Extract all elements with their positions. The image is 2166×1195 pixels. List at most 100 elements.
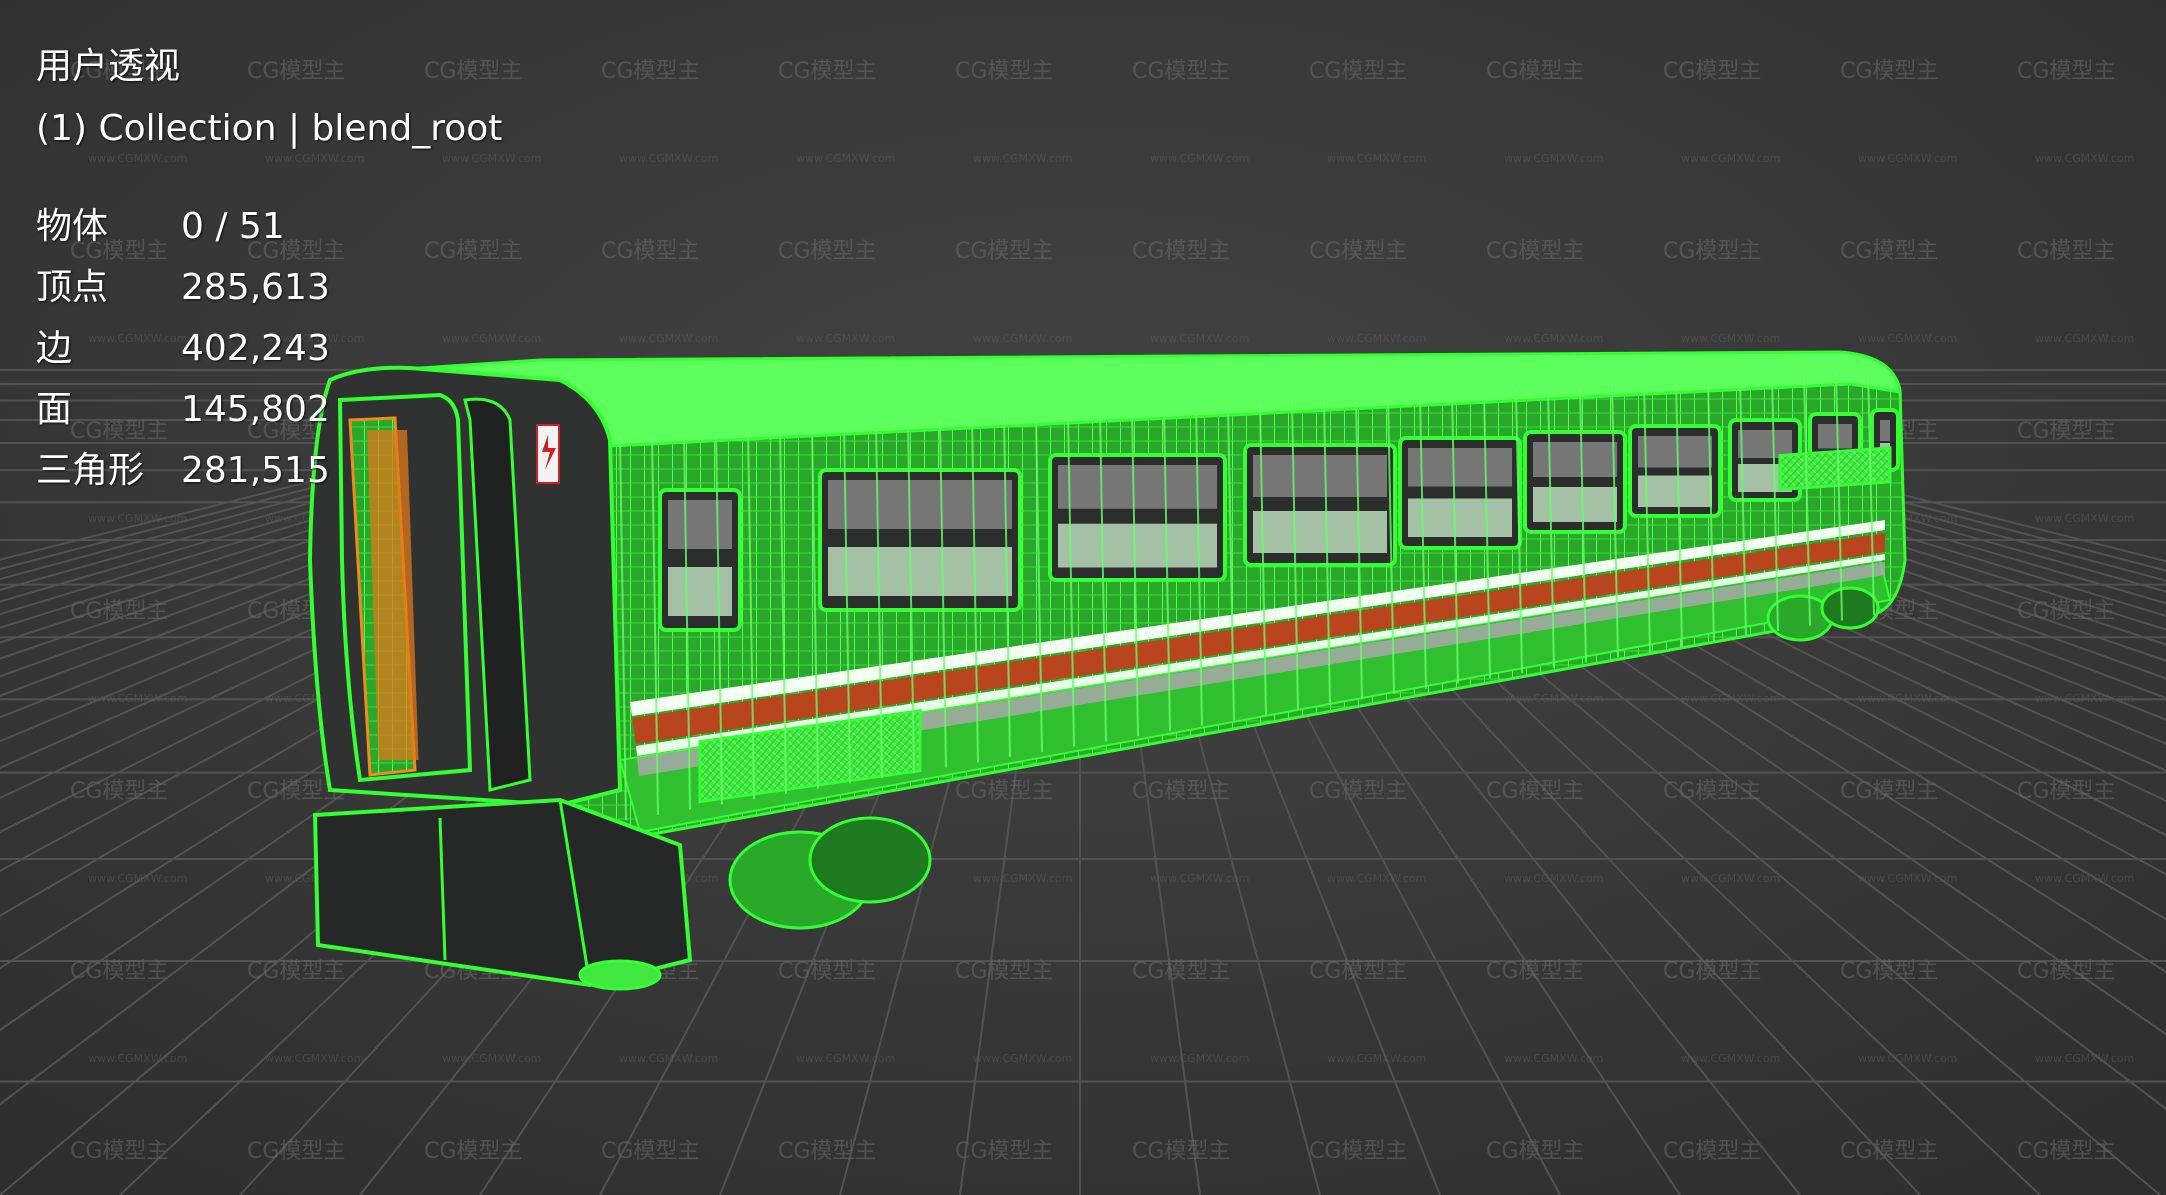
watermark-url: www.CGMXW.com <box>973 152 1072 165</box>
watermark-url: www.CGMXW.com <box>1858 692 1957 705</box>
watermark-logo: CG模型主 <box>778 959 876 984</box>
watermark-logo: CG模型主 <box>778 59 876 84</box>
watermark-logo: CG模型主 <box>1840 959 1938 984</box>
watermark-logo: CG模型主 <box>955 959 1053 984</box>
watermark-logo: CG模型主 <box>955 779 1053 804</box>
watermark-logo: CG模型主 <box>1663 239 1761 264</box>
window-seat-texture <box>668 500 732 549</box>
watermark-url: www.CGMXW.com <box>1504 872 1603 885</box>
watermark-url: www.CGMXW.com <box>1504 692 1603 705</box>
watermark-url: www.CGMXW.com <box>2035 1052 2134 1065</box>
watermark-logo: CG模型主 <box>1663 779 1761 804</box>
watermark-url: www.CGMXW.com <box>1504 1052 1603 1065</box>
watermark-url: www.CGMXW.com <box>265 1052 364 1065</box>
watermark-url: www.CGMXW.com <box>2035 872 2134 885</box>
watermark-logo: CG模型主 <box>1132 959 1230 984</box>
watermark-logo: CG模型主 <box>1840 239 1938 264</box>
watermark-url: www.CGMXW.com <box>619 332 718 345</box>
watermark-url: www.CGMXW.com <box>442 1052 541 1065</box>
stat-label: 物体 <box>36 206 109 247</box>
watermark-logo: CG模型主 <box>1663 59 1761 84</box>
watermark-logo: CG模型主 <box>2017 599 2115 624</box>
warning-sign <box>536 424 560 484</box>
watermark-url: www.CGMXW.com <box>1858 152 1957 165</box>
watermark-url: www.CGMXW.com <box>88 512 187 525</box>
watermark-url: www.CGMXW.com <box>1858 1052 1957 1065</box>
watermark-url: www.CGMXW.com <box>1150 872 1249 885</box>
watermark-logo: CG模型主 <box>1486 779 1584 804</box>
collection-label: (1) Collection | blend_root <box>36 108 503 149</box>
watermark-url: www.CGMXW.com <box>619 152 718 165</box>
watermark-url: www.CGMXW.com <box>1150 1052 1249 1065</box>
watermark-url: www.CGMXW.com <box>2035 512 2134 525</box>
watermark-logo: CG模型主 <box>1486 959 1584 984</box>
viewport-overlay: 用户透视 (1) Collection | blend_root 物体 0 / … <box>36 36 502 501</box>
stat-value: 0 / 51 <box>181 206 285 247</box>
watermark-logo: CG模型主 <box>1309 239 1407 264</box>
window-seat-texture <box>828 480 1012 529</box>
scene-statistics: 物体 0 / 51 顶点 285,613 边 402,243 面 145,802… <box>36 196 502 501</box>
watermark-logo: CG模型主 <box>247 1139 345 1164</box>
stat-triangles: 三角形 281,515 <box>36 440 502 501</box>
window-seat-texture <box>1818 424 1852 449</box>
watermark-url: www.CGMXW.com <box>2035 692 2134 705</box>
axle-box-front <box>578 959 662 991</box>
watermark-url: www.CGMXW.com <box>1150 152 1249 165</box>
watermark-logo: CG模型主 <box>601 239 699 264</box>
watermark-url: www.CGMXW.com <box>1858 332 1957 345</box>
watermark-logo: CG模型主 <box>955 1139 1053 1164</box>
watermark-url: www.CGMXW.com <box>2035 152 2134 165</box>
stat-faces: 面 145,802 <box>36 379 502 440</box>
watermark-logo: CG模型主 <box>1132 59 1230 84</box>
watermark-url: www.CGMXW.com <box>1681 692 1780 705</box>
watermark-url: www.CGMXW.com <box>619 1052 718 1065</box>
watermark-url: www.CGMXW.com <box>1327 152 1426 165</box>
watermark-logo: CG模型主 <box>1309 59 1407 84</box>
watermark-logo: CG模型主 <box>1132 779 1230 804</box>
watermark-url: www.CGMXW.com <box>88 1052 187 1065</box>
watermark-url: www.CGMXW.com <box>88 872 187 885</box>
watermark-logo: CG模型主 <box>2017 59 2115 84</box>
watermark-url: www.CGMXW.com <box>1681 1052 1780 1065</box>
watermark-logo: CG模型主 <box>1132 239 1230 264</box>
stat-vertices: 顶点 285,613 <box>36 257 502 318</box>
watermark-logo: CG模型主 <box>1840 59 1938 84</box>
stat-value: 285,613 <box>181 267 330 308</box>
stat-label: 面 <box>36 389 73 430</box>
window-seat-texture <box>1638 436 1712 468</box>
window-seat-texture <box>1880 420 1890 441</box>
watermark-url: www.CGMXW.com <box>796 152 895 165</box>
watermark-logo: CG模型主 <box>2017 419 2115 444</box>
watermark-logo: CG模型主 <box>70 599 168 624</box>
window-glass <box>1533 487 1617 522</box>
window-seat-texture <box>1253 455 1387 497</box>
watermark-logo: CG模型主 <box>601 1139 699 1164</box>
window-glass <box>1058 523 1217 568</box>
watermark-logo: CG模型主 <box>1309 779 1407 804</box>
watermark-logo: CG模型主 <box>601 59 699 84</box>
watermark-logo: CG模型主 <box>247 959 345 984</box>
watermark-url: www.CGMXW.com <box>1150 332 1249 345</box>
stat-value: 281,515 <box>181 450 330 491</box>
watermark-url: www.CGMXW.com <box>1681 152 1780 165</box>
watermark-logo: CG模型主 <box>2017 779 2115 804</box>
watermark-logo: CG模型主 <box>2017 239 2115 264</box>
window-seat-texture <box>1058 465 1217 509</box>
watermark-url: www.CGMXW.com <box>1504 152 1603 165</box>
watermark-logo: CG模型主 <box>70 1139 168 1164</box>
watermark-logo: CG模型主 <box>2017 1139 2115 1164</box>
stat-edges: 边 402,243 <box>36 318 502 379</box>
wheel-front-2 <box>808 816 932 904</box>
bogie-frame-rear <box>1778 446 1892 492</box>
watermark-logo: CG模型主 <box>2017 959 2115 984</box>
watermark-logo: CG模型主 <box>1663 959 1761 984</box>
watermark-url: www.CGMXW.com <box>2035 332 2134 345</box>
window-seat-texture <box>1408 448 1512 487</box>
watermark-logo: CG模型主 <box>778 239 876 264</box>
watermark-logo: CG模型主 <box>1309 959 1407 984</box>
watermark-logo: CG模型主 <box>955 59 1053 84</box>
watermark-url: www.CGMXW.com <box>973 332 1072 345</box>
watermark-logo: CG模型主 <box>70 959 168 984</box>
3d-viewport[interactable]: CG模型主 www.CGMXW.com CG模型主 www.CGMXW.com CG模型… <box>0 0 2166 1195</box>
watermark-logo: CG模型主 <box>70 779 168 804</box>
